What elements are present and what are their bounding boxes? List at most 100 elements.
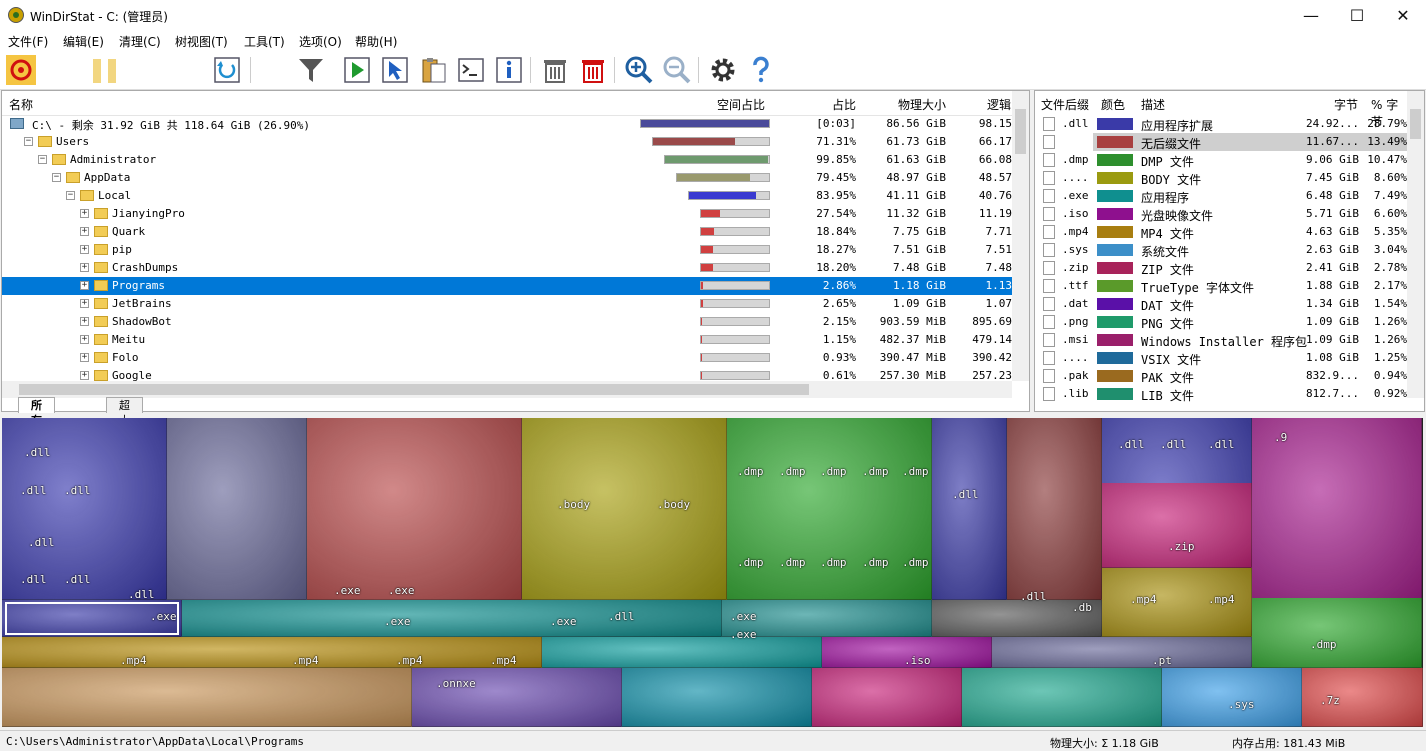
treemap-block[interactable] — [522, 418, 727, 600]
tree-row[interactable]: − AppData 79.45% 48.97 GiB 48.57 — [2, 169, 1012, 187]
treemap-block[interactable] — [307, 418, 522, 600]
tree-row[interactable]: + Quark 18.84% 7.75 GiB 7.71 — [2, 223, 1012, 241]
menu-help[interactable]: 帮助(H) — [355, 33, 397, 50]
expand-icon[interactable]: + — [80, 353, 89, 362]
tree-row[interactable]: C:\ - 剩余 31.92 GiB 共 118.64 GiB (26.90%)… — [2, 115, 1012, 133]
ext-row[interactable]: .msi Windows Installer 程序包 1.09 GiB 1.26% — [1035, 331, 1407, 349]
tree-row[interactable]: − Users 71.31% 61.73 GiB 66.17 — [2, 133, 1012, 151]
tree-row[interactable]: − Local 83.95% 41.11 GiB 40.76 — [2, 187, 1012, 205]
minimize-button[interactable]: — — [1288, 0, 1334, 31]
ext-row[interactable]: 无后缀文件 11.67... 13.49% — [1035, 133, 1407, 151]
treemap-block[interactable] — [1102, 483, 1252, 568]
col-size[interactable]: 物理大小 — [898, 96, 946, 113]
treemap[interactable]: .dll .dll .dll .dll .dll .dll .dll .body .body .d… — [2, 418, 1423, 727]
ext-row[interactable]: .ttf TrueType 字体文件 1.88 GiB 2.17% — [1035, 277, 1407, 295]
col-ratio[interactable]: 空间占比 — [717, 96, 765, 113]
ext-row[interactable]: .... VSIX 文件 1.08 GiB 1.25% — [1035, 349, 1407, 367]
ext-row[interactable]: .zip ZIP 文件 2.41 GiB 2.78% — [1035, 259, 1407, 277]
collapse-icon[interactable]: − — [66, 191, 75, 200]
col-logical[interactable]: 逻辑 — [987, 96, 1011, 113]
treemap-block[interactable] — [542, 637, 822, 668]
refresh-icon[interactable] — [212, 55, 242, 85]
tab-all-files[interactable]: 所有文件 — [18, 397, 55, 457]
treemap-block[interactable] — [1007, 418, 1102, 600]
ext-row[interactable]: .dat DAT 文件 1.34 GiB 1.54% — [1035, 295, 1407, 313]
collapse-icon[interactable]: − — [52, 173, 61, 182]
col-desc[interactable]: 描述 — [1141, 96, 1165, 113]
filter-icon[interactable] — [296, 55, 326, 85]
treemap-block[interactable] — [727, 418, 932, 600]
tree-vertical-scrollbar[interactable] — [1012, 91, 1029, 381]
menu-tools[interactable]: 工具(T) — [244, 33, 285, 50]
treemap-block[interactable] — [1252, 598, 1422, 668]
ext-row[interactable]: .sys 系统文件 2.63 GiB 3.04% — [1035, 241, 1407, 259]
tree-row[interactable]: + pip 18.27% 7.51 GiB 7.51 — [2, 241, 1012, 259]
tree-row[interactable]: + JetBrains 2.65% 1.09 GiB 1.07 — [2, 295, 1012, 313]
menu-edit[interactable]: 编辑(E) — [63, 33, 104, 50]
treemap-block[interactable] — [182, 600, 722, 637]
col-ext[interactable]: 文件后缀 — [1041, 96, 1089, 113]
pause-icon[interactable] — [90, 55, 120, 85]
ext-row[interactable]: .png PNG 文件 1.09 GiB 1.26% — [1035, 313, 1407, 331]
ext-row[interactable]: .mp4 MP4 文件 4.63 GiB 5.35% — [1035, 223, 1407, 241]
treemap-block[interactable] — [812, 668, 962, 727]
tab-large-files[interactable]: 超大文件 — [106, 397, 143, 457]
col-bytes[interactable]: 字节 — [1334, 96, 1358, 113]
treemap-block[interactable] — [2, 668, 412, 727]
ext-row[interactable]: .lib LIB 文件 812.7... 0.92% — [1035, 385, 1407, 403]
tree-row[interactable]: + Meitu 1.15% 482.37 MiB 479.14 — [2, 331, 1012, 349]
col-name[interactable]: 名称 — [9, 96, 33, 113]
delete-permanent-icon[interactable] — [578, 55, 608, 85]
treemap-block[interactable] — [622, 668, 812, 727]
close-button[interactable]: ✕ — [1380, 0, 1426, 31]
select-icon[interactable] — [380, 55, 410, 85]
tree-row[interactable]: − Administrator 99.85% 61.63 GiB 66.08 — [2, 151, 1012, 169]
ext-row[interactable]: .pak PAK 文件 832.9... 0.94% — [1035, 367, 1407, 385]
menu-options[interactable]: 选项(O) — [299, 33, 342, 50]
expand-icon[interactable]: + — [80, 335, 89, 344]
stop-icon[interactable] — [6, 55, 36, 85]
tree-row[interactable]: + ShadowBot 2.15% 903.59 MiB 895.69 — [2, 313, 1012, 331]
copy-path-icon[interactable] — [418, 55, 448, 85]
menu-file[interactable]: 文件(F) — [8, 33, 48, 50]
ext-row[interactable]: .dll 应用程序扩展 24.92... 28.79% — [1035, 115, 1407, 133]
maximize-button[interactable]: ☐ — [1334, 0, 1380, 31]
command-prompt-icon[interactable] — [456, 55, 486, 85]
treemap-block[interactable] — [962, 668, 1162, 727]
zoom-in-icon[interactable] — [624, 55, 654, 85]
treemap-block[interactable] — [167, 418, 307, 600]
expand-icon[interactable]: + — [80, 209, 89, 218]
tree-horizontal-scrollbar[interactable] — [2, 381, 1012, 398]
expand-icon[interactable]: + — [80, 245, 89, 254]
help-icon[interactable] — [746, 55, 776, 85]
delete-recycle-icon[interactable] — [540, 55, 570, 85]
properties-icon[interactable] — [494, 55, 524, 85]
ext-row[interactable]: .exe 应用程序 6.48 GiB 7.49% — [1035, 187, 1407, 205]
expand-icon[interactable]: + — [80, 263, 89, 272]
treemap-block[interactable] — [932, 418, 1007, 600]
tree-row[interactable]: + Programs 2.86% 1.18 GiB 1.13 — [2, 277, 1012, 295]
ext-row[interactable]: .... BODY 文件 7.45 GiB 8.60% — [1035, 169, 1407, 187]
open-item-icon[interactable] — [342, 55, 372, 85]
expand-icon[interactable]: + — [80, 317, 89, 326]
settings-icon[interactable] — [708, 55, 738, 85]
collapse-icon[interactable]: − — [24, 137, 33, 146]
expand-icon[interactable]: + — [80, 371, 89, 380]
menu-treeview[interactable]: 树视图(T) — [175, 33, 228, 50]
treemap-block[interactable] — [2, 637, 542, 668]
tree-row[interactable]: + Folo 0.93% 390.47 MiB 390.42 — [2, 349, 1012, 367]
treemap-block[interactable] — [992, 637, 1252, 668]
collapse-icon[interactable]: − — [38, 155, 47, 164]
ext-row[interactable]: .dmp DMP 文件 9.06 GiB 10.47% — [1035, 151, 1407, 169]
tree-row[interactable]: + JianyingPro 27.54% 11.32 GiB 11.19 — [2, 205, 1012, 223]
treemap-block[interactable] — [1252, 418, 1422, 600]
expand-icon[interactable]: + — [80, 227, 89, 236]
ext-vertical-scrollbar[interactable] — [1407, 91, 1424, 398]
expand-icon[interactable]: + — [80, 281, 89, 290]
expand-icon[interactable]: + — [80, 299, 89, 308]
zoom-out-icon[interactable] — [662, 55, 692, 85]
tree-row[interactable]: + CrashDumps 18.20% 7.48 GiB 7.48 — [2, 259, 1012, 277]
ext-row[interactable]: .iso 光盘映像文件 5.71 GiB 6.60% — [1035, 205, 1407, 223]
menu-clean[interactable]: 清理(C) — [119, 33, 161, 50]
col-pct[interactable]: 占比 — [832, 96, 856, 113]
